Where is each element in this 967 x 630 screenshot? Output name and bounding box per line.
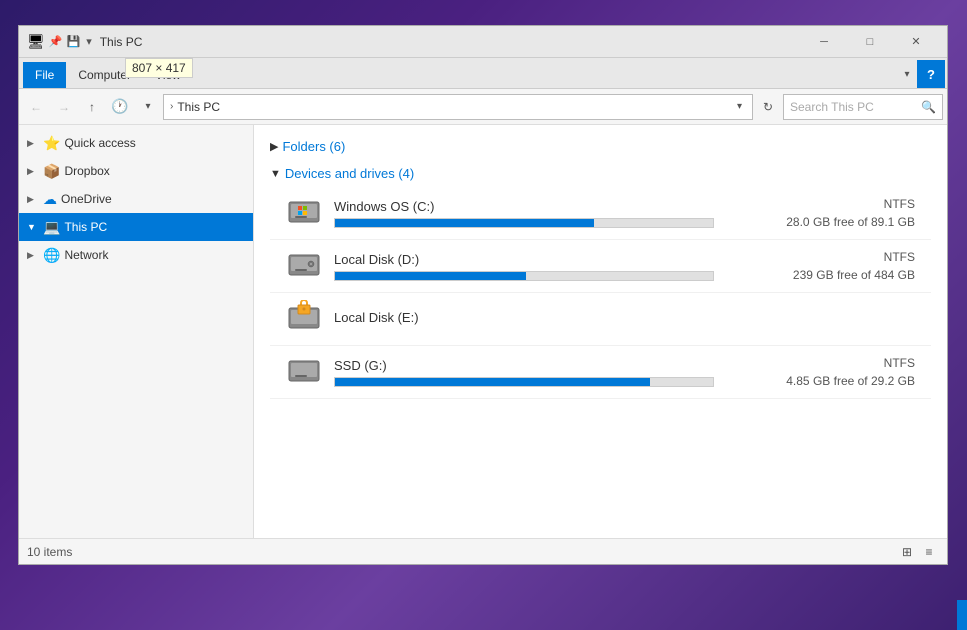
explorer-window: 🖥 📌 💾 ▾ This PC ─ □ ✕ File Computer View… bbox=[18, 25, 948, 565]
sidebar-label-this-pc: This PC bbox=[64, 220, 107, 234]
content-area: ▶ ⭐ Quick access ▶ 📦 Dropbox ▶ ☁ OneDriv… bbox=[19, 125, 947, 538]
toolbar: ← → ↑ 🕐 ▾ › This PC ▾ ↻ Search This PC 🔍 bbox=[19, 89, 947, 125]
devices-chevron-icon: ▼ bbox=[270, 168, 281, 180]
address-dropdown-icon[interactable]: ▾ bbox=[737, 101, 742, 112]
sidebar-chevron-dropbox: ▶ bbox=[27, 166, 39, 177]
sidebar-icon-network: 🌐 bbox=[43, 247, 60, 264]
drive-g-icon bbox=[286, 354, 322, 390]
drive-c-info: Windows OS (C:) bbox=[334, 199, 743, 228]
drive-d-name: Local Disk (D:) bbox=[334, 252, 743, 267]
help-button[interactable]: ? bbox=[917, 60, 945, 88]
sidebar-label-onedrive: OneDrive bbox=[61, 192, 112, 206]
drive-d-meta: NTFS 239 GB free of 484 GB bbox=[755, 250, 915, 282]
address-chevron-icon: › bbox=[170, 101, 173, 112]
drive-g-fill bbox=[335, 378, 650, 386]
drive-g-name: SSD (G:) bbox=[334, 358, 743, 373]
drive-d-space: 239 GB free of 484 GB bbox=[755, 268, 915, 282]
quick-access-icon: 📌 bbox=[49, 35, 63, 48]
drive-e-name: Local Disk (E:) bbox=[334, 310, 743, 325]
folders-section-title: Folders (6) bbox=[282, 139, 345, 154]
status-bar: 10 items ⊞ ≡ bbox=[19, 538, 947, 564]
nav-dropdown-icon[interactable]: ▾ bbox=[135, 94, 161, 120]
drive-e-meta bbox=[755, 317, 915, 321]
drive-e[interactable]: Local Disk (E:) bbox=[270, 293, 931, 346]
drive-g-progress bbox=[334, 377, 714, 387]
drive-g-space: 4.85 GB free of 29.2 GB bbox=[755, 374, 915, 388]
sidebar-chevron-network: ▶ bbox=[27, 250, 39, 261]
up-button[interactable]: ↑ bbox=[79, 94, 105, 120]
sidebar-item-dropbox[interactable]: ▶ 📦 Dropbox bbox=[19, 157, 253, 185]
title-bar-icons: 🖥 📌 💾 ▾ bbox=[27, 33, 92, 50]
sidebar-label-dropbox: Dropbox bbox=[64, 164, 109, 178]
sidebar-item-this-pc[interactable]: ▼ 💻 This PC bbox=[19, 213, 253, 241]
devices-section-title: Devices and drives (4) bbox=[285, 166, 414, 181]
back-button[interactable]: ← bbox=[23, 94, 49, 120]
title-bar: 🖥 📌 💾 ▾ This PC ─ □ ✕ bbox=[19, 26, 947, 58]
sidebar-icon-quick-access: ⭐ bbox=[43, 135, 60, 152]
file-content: ▶ Folders (6) ▼ Devices and drives (4) bbox=[254, 125, 947, 538]
ribbon-expand-icon[interactable]: ▾ bbox=[897, 60, 917, 88]
window-title: This PC bbox=[100, 35, 801, 49]
title-dropdown-icon[interactable]: ▾ bbox=[86, 35, 92, 48]
sidebar-label-quick-access: Quick access bbox=[64, 136, 135, 150]
list-view-button[interactable]: ≡ bbox=[919, 542, 939, 562]
devices-section-header[interactable]: ▼ Devices and drives (4) bbox=[270, 160, 931, 187]
forward-button[interactable]: → bbox=[51, 94, 77, 120]
sidebar-icon-this-pc: 💻 bbox=[43, 219, 60, 236]
drive-d-icon bbox=[286, 248, 322, 284]
search-icon: 🔍 bbox=[921, 100, 936, 114]
close-button[interactable]: ✕ bbox=[893, 26, 939, 58]
drive-c-progress bbox=[334, 218, 714, 228]
search-box[interactable]: Search This PC 🔍 bbox=[783, 94, 943, 120]
drive-c-icon bbox=[286, 195, 322, 231]
drive-e-icon bbox=[286, 301, 322, 337]
drive-d[interactable]: Local Disk (D:) NTFS 239 GB free of 484 … bbox=[270, 240, 931, 293]
sidebar-chevron-onedrive: ▶ bbox=[27, 194, 39, 205]
minimize-button[interactable]: ─ bbox=[801, 26, 847, 58]
drive-g-meta: NTFS 4.85 GB free of 29.2 GB bbox=[755, 356, 915, 388]
drive-e-info: Local Disk (E:) bbox=[334, 310, 743, 329]
drive-d-progress bbox=[334, 271, 714, 281]
scroll-indicator bbox=[957, 600, 967, 630]
drive-c[interactable]: Windows OS (C:) NTFS 28.0 GB free of 89.… bbox=[270, 187, 931, 240]
sidebar: ▶ ⭐ Quick access ▶ 📦 Dropbox ▶ ☁ OneDriv… bbox=[19, 125, 254, 538]
sidebar-label-network: Network bbox=[64, 248, 108, 262]
drive-g-fs: NTFS bbox=[755, 356, 915, 370]
dimension-tooltip: 807 × 417 bbox=[125, 58, 193, 78]
drive-g-info: SSD (G:) bbox=[334, 358, 743, 387]
drive-d-fs: NTFS bbox=[755, 250, 915, 264]
drive-c-meta: NTFS 28.0 GB free of 89.1 GB bbox=[755, 197, 915, 229]
drive-c-name: Windows OS (C:) bbox=[334, 199, 743, 214]
search-placeholder: Search This PC bbox=[790, 100, 921, 114]
drive-c-fill bbox=[335, 219, 594, 227]
drive-c-fs: NTFS bbox=[755, 197, 915, 211]
drive-g[interactable]: SSD (G:) NTFS 4.85 GB free of 29.2 GB bbox=[270, 346, 931, 399]
drive-d-info: Local Disk (D:) bbox=[334, 252, 743, 281]
folders-section-header[interactable]: ▶ Folders (6) bbox=[270, 133, 931, 160]
window-controls: ─ □ ✕ bbox=[801, 26, 939, 58]
sidebar-item-quick-access[interactable]: ▶ ⭐ Quick access bbox=[19, 129, 253, 157]
sidebar-item-onedrive[interactable]: ▶ ☁ OneDrive bbox=[19, 185, 253, 213]
save-icon: 💾 bbox=[66, 35, 80, 48]
sidebar-item-network[interactable]: ▶ 🌐 Network bbox=[19, 241, 253, 269]
tab-file[interactable]: File bbox=[23, 62, 66, 88]
refresh-button[interactable]: ↻ bbox=[755, 94, 781, 120]
sidebar-chevron-quick-access: ▶ bbox=[27, 138, 39, 149]
window-icon: 🖥 bbox=[27, 33, 45, 50]
recent-button[interactable]: 🕐 bbox=[107, 94, 133, 120]
grid-view-button[interactable]: ⊞ bbox=[897, 542, 917, 562]
sidebar-chevron-this-pc: ▼ bbox=[27, 222, 39, 232]
drive-c-space: 28.0 GB free of 89.1 GB bbox=[755, 215, 915, 229]
folders-chevron-icon: ▶ bbox=[270, 140, 278, 153]
sidebar-icon-dropbox: 📦 bbox=[43, 163, 60, 180]
address-text: This PC bbox=[177, 100, 733, 114]
status-text: 10 items bbox=[27, 545, 889, 559]
address-bar[interactable]: › This PC ▾ bbox=[163, 94, 753, 120]
maximize-button[interactable]: □ bbox=[847, 26, 893, 58]
sidebar-icon-onedrive: ☁ bbox=[43, 191, 57, 208]
view-icons: ⊞ ≡ bbox=[897, 542, 939, 562]
drive-d-fill bbox=[335, 272, 526, 280]
